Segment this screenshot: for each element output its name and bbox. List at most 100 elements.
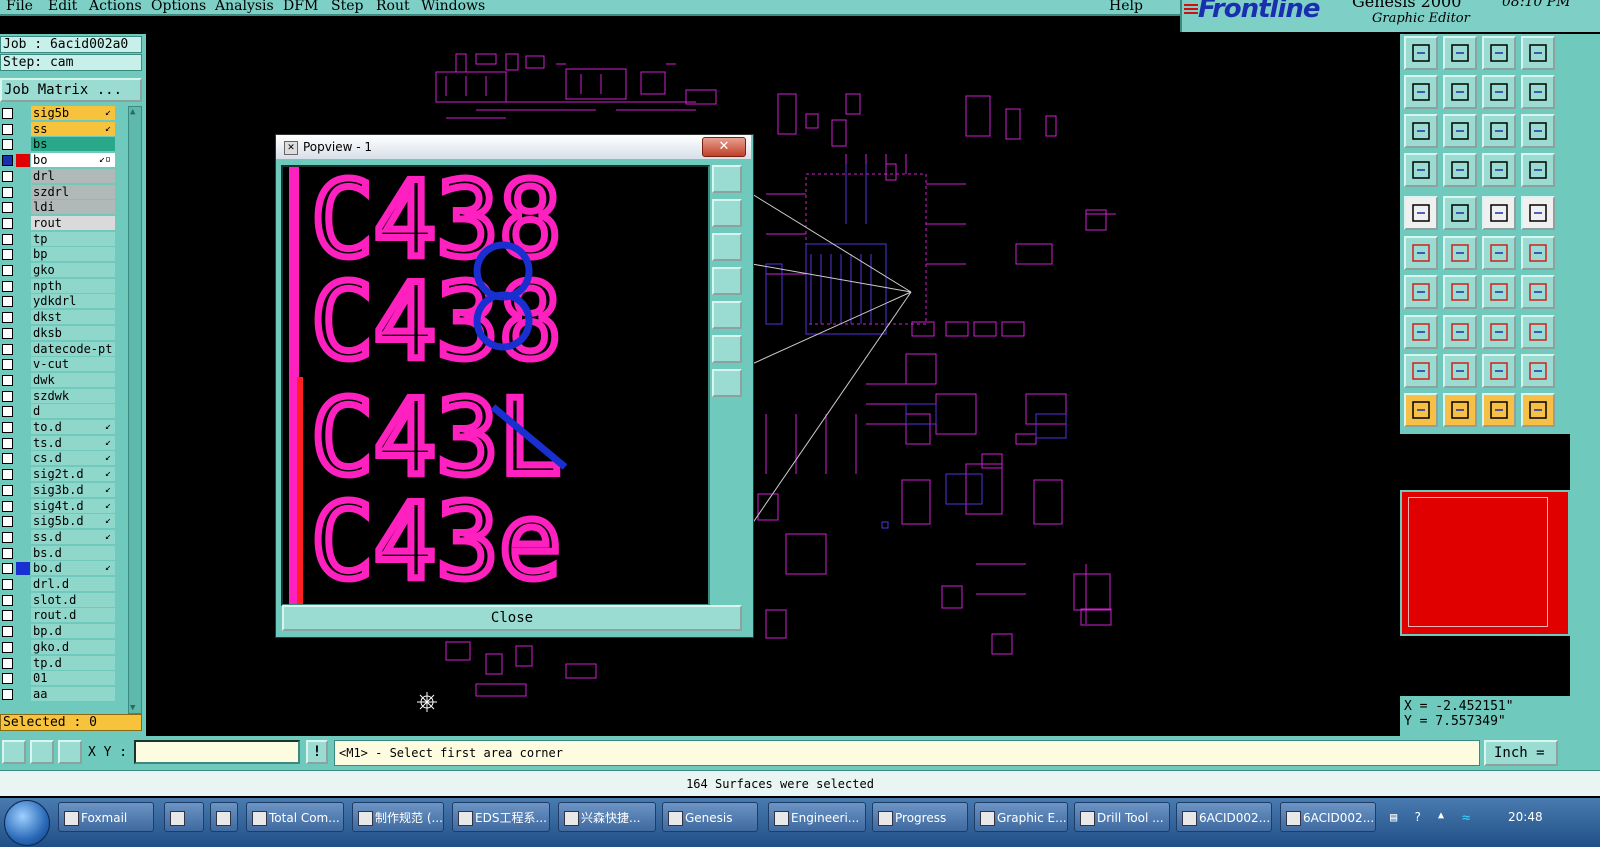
pointer-drag-icon[interactable] xyxy=(1482,393,1516,427)
layer-name[interactable]: bo ↙▫ xyxy=(31,153,115,168)
layer-checkbox[interactable] xyxy=(2,312,13,324)
layout-icon[interactable] xyxy=(1521,36,1555,70)
layer-row[interactable]: tp xyxy=(0,231,116,247)
taskbar-item[interactable]: 兴森快捷... xyxy=(558,802,656,832)
angle-icon[interactable] xyxy=(1404,275,1438,309)
taskbar-item[interactable]: Graphic E... xyxy=(974,802,1068,832)
popview-viewport[interactable]: C438 C438 C43L C43e xyxy=(281,165,710,606)
save-icon[interactable] xyxy=(1443,36,1477,70)
layer-checkbox[interactable] xyxy=(2,500,13,512)
popview-pan-up-icon[interactable] xyxy=(712,199,742,227)
connect-icon[interactable] xyxy=(1404,236,1438,270)
layer-name[interactable]: sig3b.d ↙ xyxy=(31,482,115,497)
scroll-down-icon[interactable]: ▼ xyxy=(130,703,135,713)
layer-checkbox[interactable] xyxy=(2,688,13,700)
layer-checkbox[interactable] xyxy=(2,453,13,465)
layer-checkbox[interactable] xyxy=(2,170,13,182)
popview-pan-right-icon[interactable] xyxy=(712,301,742,329)
layer-row[interactable]: tp.d xyxy=(0,655,116,671)
taskbar-item[interactable]: Total Com... xyxy=(246,802,344,832)
layer-row[interactable]: slot.d xyxy=(0,592,116,608)
layer-row[interactable]: v-cut xyxy=(0,357,116,372)
menu-file[interactable]: File xyxy=(6,0,33,14)
menu-rout[interactable]: Rout xyxy=(376,0,410,14)
layer-row[interactable]: drl.d xyxy=(0,577,116,592)
zoom-fit-icon[interactable] xyxy=(1404,114,1438,148)
layer-row[interactable]: bo.d ↙ xyxy=(0,561,116,576)
popview-pan-left-icon[interactable] xyxy=(712,267,742,295)
popview-fit-icon[interactable] xyxy=(712,335,742,363)
layer-scrollbar[interactable]: ▲ ▼ xyxy=(128,106,142,714)
layer-checkbox[interactable] xyxy=(2,547,13,559)
cross-icon[interactable] xyxy=(1443,236,1477,270)
layer-checkbox[interactable] xyxy=(2,673,13,685)
layer-row[interactable]: szdwk xyxy=(0,388,116,404)
layer-row[interactable]: sig5b ↙ xyxy=(0,106,116,121)
layer-checkbox[interactable] xyxy=(2,265,13,276)
system-tray[interactable]: ▤ ? ▲ ≈ xyxy=(1390,810,1490,826)
taskbar-item[interactable] xyxy=(210,802,238,832)
layer-name[interactable]: npth xyxy=(31,278,115,293)
popview-pan-down-icon[interactable] xyxy=(712,233,742,261)
pointer-multi-icon[interactable] xyxy=(1521,393,1555,427)
layer-checkbox[interactable] xyxy=(2,139,13,151)
scale-icon[interactable] xyxy=(1482,114,1516,148)
layer-name[interactable]: bp.d xyxy=(31,624,115,639)
layer-row[interactable]: ss ↙ xyxy=(0,121,116,137)
layer-row[interactable]: drl xyxy=(0,168,116,184)
xy-input[interactable] xyxy=(134,740,300,764)
redo-icon[interactable] xyxy=(1521,75,1555,109)
arch-minus-icon[interactable] xyxy=(1521,354,1555,388)
taskbar-clock[interactable]: 20:48 xyxy=(1508,802,1543,832)
drag-end-icon[interactable] xyxy=(1521,236,1555,270)
camera-icon[interactable] xyxy=(1404,196,1438,230)
layer-row[interactable]: npth xyxy=(0,278,116,294)
layer-row[interactable]: dwk xyxy=(0,372,116,388)
snap-icon[interactable] xyxy=(1482,153,1516,187)
layer-row[interactable]: dksb xyxy=(0,325,116,341)
layer-row[interactable]: cs.d ↙ xyxy=(0,451,116,466)
layer-list[interactable]: sig5b ↙ ss ↙ bs bo ↙▫ drl szdrl ldi rout tp bp gko npt… xyxy=(0,106,116,712)
layer-checkbox[interactable] xyxy=(2,484,13,496)
open-icon[interactable] xyxy=(1404,36,1438,70)
layer-name[interactable]: rout xyxy=(31,215,115,230)
popview-close-icon[interactable]: ✕ xyxy=(702,137,746,157)
layer-name[interactable]: sig2t.d ↙ xyxy=(31,467,115,482)
arc-icon[interactable] xyxy=(1482,275,1516,309)
copy-icon[interactable] xyxy=(1521,315,1555,349)
layer-name[interactable]: dkst xyxy=(31,310,115,325)
layer-checkbox[interactable] xyxy=(2,155,13,167)
layer-row[interactable]: ts.d ↙ xyxy=(0,435,116,451)
taskbar-item[interactable]: 6ACID002... xyxy=(1176,802,1272,832)
layer-name[interactable]: ss.d ↙ xyxy=(31,529,115,544)
layer-name[interactable]: bp xyxy=(31,247,115,262)
grid-icon[interactable] xyxy=(58,740,82,764)
next-icon[interactable] xyxy=(1443,75,1477,109)
popview-window[interactable]: ✕ Popview - 1 ✕ C438 C438 C43L C43e Close xyxy=(275,134,754,638)
layer-name[interactable]: ldi xyxy=(31,200,115,215)
layer-checkbox[interactable] xyxy=(2,249,13,261)
triangle-plus-icon[interactable] xyxy=(1443,354,1477,388)
drag-point-icon[interactable] xyxy=(1482,236,1516,270)
home-icon[interactable] xyxy=(1482,36,1516,70)
layer-checkbox[interactable] xyxy=(2,359,13,371)
taskbar-item[interactable]: 制作规范 (... xyxy=(352,802,444,832)
layer-row[interactable]: ss.d ↙ xyxy=(0,529,116,545)
taskbar-item[interactable]: Progress xyxy=(872,802,968,832)
layer-row[interactable]: gko.d xyxy=(0,639,116,655)
zoom-area-icon[interactable] xyxy=(2,740,26,764)
menu-analysis[interactable]: Analysis xyxy=(215,0,274,14)
layer-name[interactable]: dwk xyxy=(31,372,115,387)
overview-map[interactable] xyxy=(1400,490,1570,636)
layer-name[interactable]: ts.d ↙ xyxy=(31,435,115,450)
layer-row[interactable]: sig5b.d ↙ xyxy=(0,514,116,529)
units-selector[interactable]: Inch = xyxy=(1484,740,1558,766)
layer-checkbox[interactable] xyxy=(2,343,13,355)
layer-checkbox[interactable] xyxy=(2,626,13,638)
layer-row[interactable]: datecode-pt xyxy=(0,341,116,357)
layer-checkbox[interactable] xyxy=(2,641,13,653)
layer-name[interactable]: gko xyxy=(31,263,115,277)
tray-expand-icon[interactable]: ▲ xyxy=(1438,810,1444,821)
layer-row[interactable]: ldi xyxy=(0,200,116,215)
layer-row[interactable]: to.d ↙ xyxy=(0,420,116,435)
